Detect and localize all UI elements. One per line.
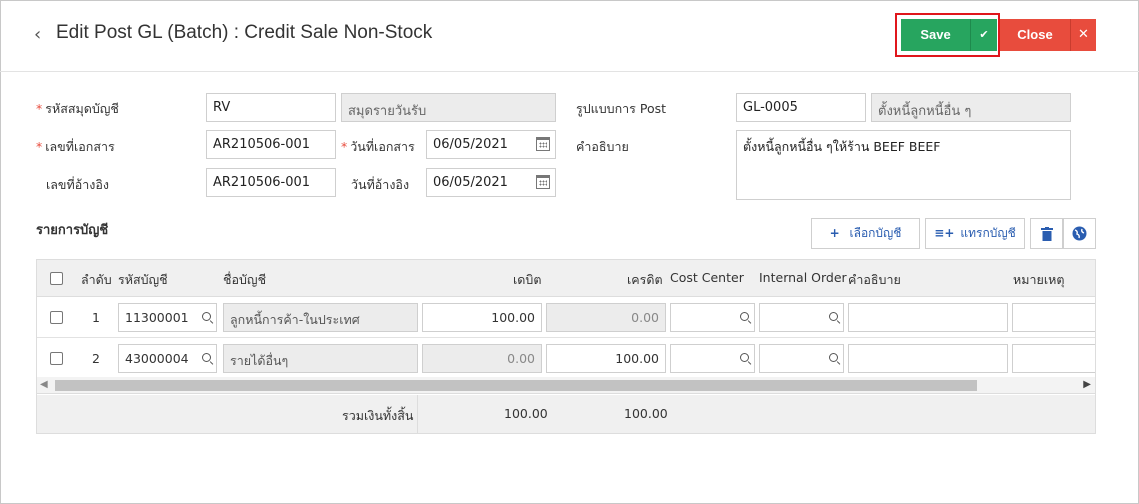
accounts-table: ลำดับ รหัสบัญชี ชื่อบัญชี เดบิต เครดิต C… <box>36 259 1096 434</box>
close-button[interactable]: Close <box>1000 19 1070 51</box>
doc-no-input[interactable]: AR210506-001 <box>206 130 336 159</box>
post-format-label: รูปแบบการ Post <box>576 101 667 116</box>
save-check-icon[interactable]: ✔ <box>970 19 997 51</box>
cost-center-input[interactable] <box>670 344 755 373</box>
select-all-checkbox[interactable] <box>50 272 63 285</box>
horizontal-scrollbar[interactable]: ◀ ▶ <box>37 377 1095 394</box>
footer-divider <box>417 395 418 433</box>
account-name-field: ลูกหนี้การค้า-ในประเทศ <box>223 303 418 332</box>
back-chevron-icon[interactable]: ‹ <box>34 26 48 44</box>
cost-center-input[interactable] <box>670 303 755 332</box>
section-title: รายการบัญชี <box>36 223 109 238</box>
credit-field: 0.00 <box>546 303 666 332</box>
table-row: 2 43000004 รายได้อื่นๆ 0.00 100.00 <box>37 338 1095 379</box>
select-account-button[interactable]: + เลือกบัญชี <box>811 218 920 249</box>
col-description: คำอธิบาย <box>848 272 901 287</box>
total-label: รวมเงินทั้งสิ้น <box>342 408 414 423</box>
remark-input[interactable] <box>1012 303 1095 332</box>
table-row: 1 11300001 ลูกหนี้การค้า-ในประเทศ 100.00… <box>37 297 1095 338</box>
plus-icon: + <box>829 226 840 240</box>
search-icon[interactable] <box>829 353 838 362</box>
page-title: Edit Post GL (Batch) : Credit Sale Non-S… <box>56 22 433 43</box>
description-input[interactable] <box>848 303 1008 332</box>
search-icon[interactable] <box>740 312 749 321</box>
globe-icon <box>1072 226 1087 241</box>
col-account-name: ชื่อบัญชี <box>223 272 267 287</box>
remark-input[interactable] <box>1012 344 1095 373</box>
scrollbar-thumb[interactable] <box>55 380 977 391</box>
col-account-code: รหัสบัญชี <box>118 272 168 287</box>
description-label: คำอธิบาย <box>576 139 629 154</box>
col-seq: ลำดับ <box>81 272 112 287</box>
trash-icon <box>1040 227 1053 241</box>
row-checkbox[interactable] <box>50 311 63 324</box>
calendar-icon[interactable] <box>536 175 550 189</box>
search-icon[interactable] <box>829 312 838 321</box>
page-header: ‹ Edit Post GL (Batch) : Credit Sale Non… <box>0 0 1139 72</box>
table-footer: รวมเงินทั้งสิ้น 100.00 100.00 <box>37 395 1095 433</box>
delete-button[interactable] <box>1030 218 1063 249</box>
journal-name-field: สมุดรายวันรับ <box>341 93 556 122</box>
debit-input[interactable]: 100.00 <box>422 303 542 332</box>
col-internal-order: Internal Order <box>759 270 847 285</box>
total-debit: 100.00 <box>504 406 548 421</box>
ref-no-input[interactable]: AR210506-001 <box>206 168 336 197</box>
col-cost-center: Cost Center <box>670 270 744 285</box>
doc-no-label: * เลขที่เอกสาร <box>36 139 115 154</box>
row-seq: 1 <box>92 310 100 325</box>
credit-input[interactable]: 100.00 <box>546 344 666 373</box>
ref-no-label: เลขที่อ้างอิง <box>46 177 109 192</box>
doc-date-value: 06/05/2021 <box>433 137 508 152</box>
globe-button[interactable] <box>1063 218 1096 249</box>
search-icon[interactable] <box>202 312 211 321</box>
search-icon[interactable] <box>202 353 211 362</box>
account-code-value: 11300001 <box>125 310 189 325</box>
save-button[interactable]: Save <box>901 19 970 51</box>
doc-date-input[interactable]: 06/05/2021 <box>426 130 556 159</box>
calendar-icon[interactable] <box>536 137 550 151</box>
account-name-field: รายได้อื่นๆ <box>223 344 418 373</box>
journal-code-input[interactable]: RV <box>206 93 336 122</box>
list-add-icon: ≡+ <box>934 226 955 240</box>
account-code-input[interactable]: 43000004 <box>118 344 217 373</box>
row-seq: 2 <box>92 351 100 366</box>
ref-date-input[interactable]: 06/05/2021 <box>426 168 556 197</box>
account-code-value: 43000004 <box>125 351 189 366</box>
doc-date-label: * วันที่เอกสาร <box>341 139 415 154</box>
scroll-left-arrow-icon[interactable]: ◀ <box>40 379 48 390</box>
account-code-input[interactable]: 11300001 <box>118 303 217 332</box>
journal-code-label: * รหัสสมุดบัญชี <box>36 101 119 116</box>
col-remark: หมายเหตุ <box>1013 272 1065 287</box>
internal-order-input[interactable] <box>759 303 844 332</box>
description-input[interactable] <box>848 344 1008 373</box>
post-format-name-field: ตั้งหนี้ลูกหนี้อื่น ๆ <box>871 93 1071 122</box>
col-credit: เครดิต <box>627 272 663 287</box>
close-x-icon[interactable]: ✕ <box>1070 19 1096 51</box>
internal-order-input[interactable] <box>759 344 844 373</box>
search-icon[interactable] <box>740 353 749 362</box>
row-checkbox[interactable] <box>50 352 63 365</box>
post-format-code-input[interactable]: GL-0005 <box>736 93 866 122</box>
col-debit: เดบิต <box>513 272 542 287</box>
table-header: ลำดับ รหัสบัญชี ชื่อบัญชี เดบิต เครดิต C… <box>37 260 1095 297</box>
ref-date-label: วันที่อ้างอิง <box>351 177 410 192</box>
ref-date-value: 06/05/2021 <box>433 175 508 190</box>
debit-field: 0.00 <box>422 344 542 373</box>
insert-account-button[interactable]: ≡+ แทรกบัญชี <box>925 218 1025 249</box>
description-textarea[interactable]: ตั้งหนี้ลูกหนี้อื่น ๆให้ร้าน BEEF BEEF <box>736 130 1071 200</box>
scroll-right-arrow-icon[interactable]: ▶ <box>1083 379 1091 390</box>
total-credit: 100.00 <box>624 406 668 421</box>
